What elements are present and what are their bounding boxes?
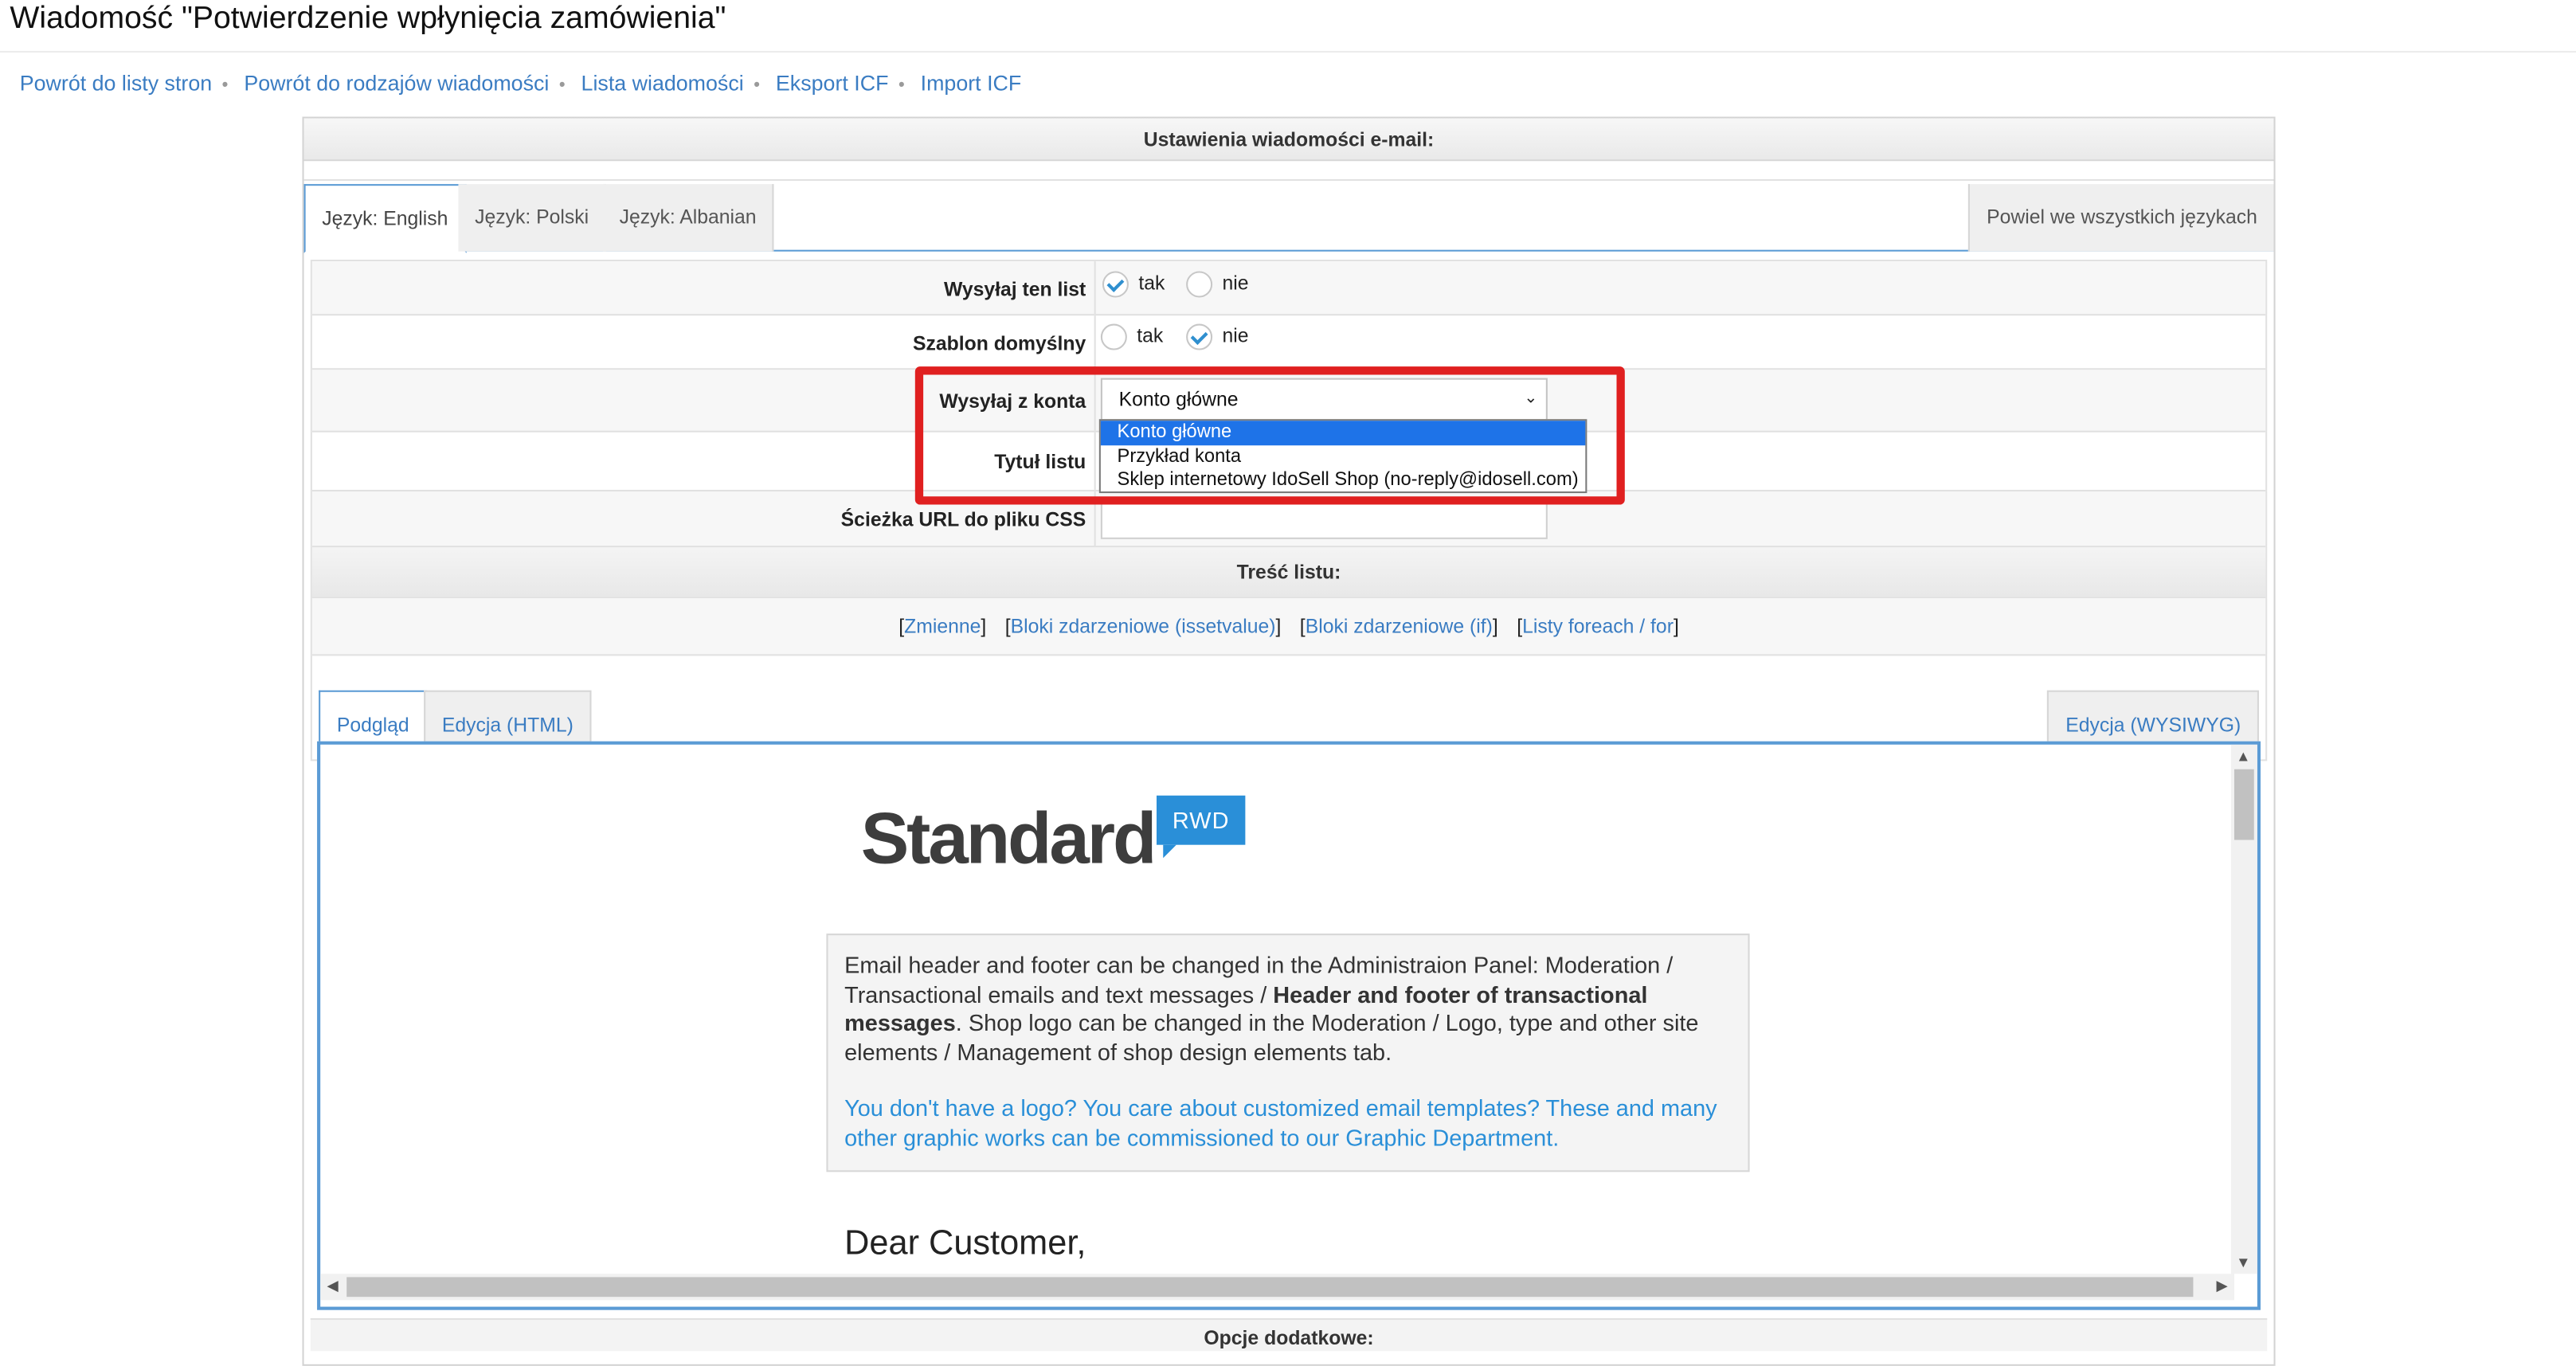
scroll-right-icon[interactable]: ▶ — [2216, 1277, 2227, 1295]
send-from-label: Wysyłaj z konta — [939, 389, 1086, 413]
additional-options-header: Opcje dodatkowe: — [310, 1318, 2268, 1352]
variables-link[interactable]: Zmienne — [904, 615, 981, 638]
default-template-no-option[interactable]: nie — [1186, 323, 1249, 350]
send-from-dropdown-list: Konto główne Przykład konta Sklep intern… — [1098, 419, 1587, 494]
default-template-label: Szablon domyślny — [913, 331, 1086, 355]
nav-separator: • — [754, 75, 761, 96]
event-blocks-if-link[interactable]: Bloki zdarzeniowe (if) — [1306, 615, 1493, 638]
send-this-no-option[interactable]: nie — [1186, 271, 1249, 298]
tab-language-albanian[interactable]: Język: Albanian — [602, 184, 775, 252]
logo-info-box: Email header and footer can be changed i… — [826, 933, 1750, 1172]
send-from-option-idosell-shop[interactable]: Sklep internetowy IdoSell Shop (no-reply… — [1101, 468, 1585, 492]
send-from-option-main-account[interactable]: Konto główne — [1100, 421, 1586, 445]
send-this-yes-option[interactable]: tak — [1102, 271, 1165, 298]
scroll-left-icon[interactable]: ◀ — [327, 1277, 338, 1295]
variable-links: [Zmienne] [Bloki zdarzeniowe (issetvalue… — [311, 598, 2266, 656]
subject-label: Tytuł listu — [994, 450, 1086, 474]
tab-language-polish[interactable]: Język: Polski — [458, 184, 607, 252]
column-divider — [1094, 261, 1096, 315]
nav-export-icf-link[interactable]: Eksport ICF — [776, 71, 889, 96]
check-radio-icon[interactable] — [1102, 271, 1129, 298]
message-form: Wysyłaj ten list tak nie Szablon domyśln… — [310, 260, 2268, 761]
var-link-group: [Bloki zdarzeniowe (if)] — [1299, 614, 1498, 638]
send-from-value: Konto główne — [1118, 388, 1239, 411]
form-row-default-template: Szablon domyślny tak nie — [311, 315, 2266, 370]
settings-header: Ustawienia wiadomości e-mail: — [303, 118, 2274, 162]
panel-spacer — [303, 161, 2274, 181]
vertical-scroll-thumb[interactable] — [2234, 769, 2254, 840]
radio-icon[interactable] — [1186, 271, 1213, 298]
nav-separator: • — [221, 75, 229, 96]
scroll-up-icon[interactable]: ▲ — [2236, 748, 2250, 765]
tab-language-english[interactable]: Język: English — [303, 184, 467, 253]
var-link-group: [Zmienne] — [898, 614, 987, 638]
title-divider — [0, 50, 2576, 53]
horizontal-scroll-thumb[interactable] — [346, 1277, 2194, 1298]
column-divider — [1094, 370, 1096, 431]
greeting-text: Dear Customer, — [844, 1224, 1086, 1262]
nav-message-list-link[interactable]: Lista wiadomości — [581, 71, 744, 96]
send-from-select[interactable]: Konto główne ⌄ — [1100, 378, 1548, 421]
vertical-scrollbar[interactable]: ▲ ▼ — [2230, 744, 2257, 1274]
page-title: Wiadomość "Potwierdzenie wpłynięcia zamó… — [10, 2, 726, 37]
send-this-yes-label: tak — [1138, 271, 1165, 295]
message-preview-frame[interactable]: Standard RWD Email header and footer can… — [317, 741, 2261, 1310]
nav-separator: • — [558, 75, 566, 96]
breadcrumb-nav: Powrót do listy stron • Powrót do rodzajó… — [20, 71, 1022, 96]
default-template-yes-label: tak — [1137, 323, 1164, 347]
duplicate-all-languages-button[interactable]: Powiel we wszystkich językach — [1968, 184, 2274, 252]
send-this-label: Wysyłaj ten list — [943, 277, 1086, 301]
language-tabs: Język: English Język: Polski Język: Alba… — [303, 184, 2274, 253]
shop-logo: Standard RWD — [860, 795, 1246, 880]
form-row-css-path: Ścieżka URL do pliku CSS — [311, 491, 2266, 548]
css-path-label: Ścieżka URL do pliku CSS — [840, 507, 1086, 531]
column-divider — [1094, 491, 1096, 546]
column-divider — [1094, 432, 1096, 490]
default-template-no-label: nie — [1222, 323, 1249, 347]
info-text-part-2: . Shop logo can be changed in the Modera… — [844, 1009, 1699, 1065]
content-header: Treść listu: — [311, 547, 2266, 599]
nav-back-to-message-types-link[interactable]: Powrót do rodzajów wiadomości — [244, 71, 549, 96]
scroll-down-icon[interactable]: ▼ — [2236, 1254, 2250, 1271]
foreach-lists-link[interactable]: Listy foreach / for — [1522, 615, 1674, 638]
graphic-department-link[interactable]: You don't have a logo? You care about cu… — [844, 1095, 1732, 1153]
horizontal-scrollbar[interactable]: ◀ ▶ — [320, 1274, 2234, 1301]
logo-badge: RWD — [1157, 795, 1246, 859]
var-link-group: [Bloki zdarzeniowe (issetvalue)] — [1004, 614, 1282, 638]
form-row-send-this: Wysyłaj ten list tak nie — [311, 261, 2266, 316]
column-divider — [1094, 315, 1096, 369]
nav-back-to-pages-link[interactable]: Powrót do listy stron — [20, 71, 212, 96]
css-path-input[interactable] — [1100, 498, 1548, 539]
send-from-option-example-account[interactable]: Przykład konta — [1101, 444, 1585, 468]
logo-wordmark: Standard — [860, 798, 1157, 880]
check-radio-icon[interactable] — [1186, 323, 1213, 350]
default-template-yes-option[interactable]: tak — [1100, 323, 1164, 350]
radio-icon[interactable] — [1100, 323, 1127, 350]
send-this-no-label: nie — [1222, 271, 1249, 295]
event-blocks-issetvalue-link[interactable]: Bloki zdarzeniowe (issetvalue) — [1011, 615, 1276, 638]
var-link-group: [Listy foreach / for] — [1517, 614, 1679, 638]
page-root: Wiadomość "Potwierdzenie wpłynięcia zamó… — [0, 0, 2576, 1366]
nav-import-icf-link[interactable]: Import ICF — [921, 71, 1022, 96]
chevron-down-icon[interactable]: ⌄ — [1524, 380, 1537, 420]
nav-separator: • — [898, 75, 905, 96]
